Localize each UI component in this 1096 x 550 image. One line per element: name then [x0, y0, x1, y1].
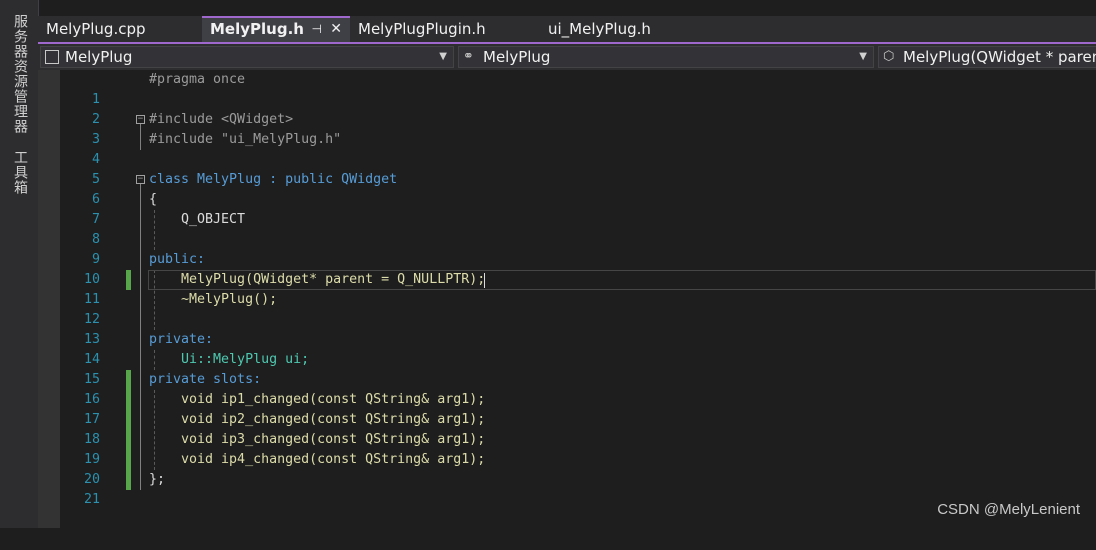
toolbox-tab[interactable]: 工具箱	[10, 150, 28, 195]
close-icon[interactable]: ✕	[330, 18, 342, 40]
code-line: 18 void ip2_changed(const QString& arg1)…	[38, 410, 1096, 447]
project-dropdown[interactable]: MelyPlug ▼	[40, 46, 454, 68]
code-line: 6 − class MelyPlug : public QWidget	[38, 170, 1096, 207]
tab-melyplugplugin-h[interactable]: MelyPlugPlugin.h	[350, 16, 540, 42]
scope-label: MelyPlug	[483, 48, 551, 66]
code-line: 10 public:	[38, 250, 1096, 287]
line-code: void ip4_changed(const QString& arg1);	[149, 452, 486, 467]
line-code: };	[149, 472, 166, 487]
line-code: void ip1_changed(const QString& arg1);	[149, 392, 486, 407]
tab-label: ui_MelyPlug.h	[548, 20, 651, 38]
code-line: 15 Ui::MelyPlug ui;	[38, 350, 1096, 387]
line-code: void ip3_changed(const QString& arg1);	[149, 432, 486, 447]
code-line: 2	[38, 90, 1096, 127]
code-line: 19 void ip3_changed(const QString& arg1)…	[38, 430, 1096, 467]
tab-label: MelyPlug.h	[210, 20, 304, 38]
line-code: void ip2_changed(const QString& arg1);	[149, 412, 486, 427]
chevron-down-icon: ▼	[439, 51, 447, 62]
class-icon: ⚭	[463, 49, 474, 64]
code-line: 11 MelyPlug(QWidget* parent = Q_NULLPTR)…	[38, 270, 1096, 307]
line-code: private slots:	[149, 372, 262, 387]
line-code: #include "ui_MelyPlug.h"	[149, 132, 342, 147]
member-label: MelyPlug(QWidget * parent	[903, 48, 1096, 66]
code-line: 4 #include "ui_MelyPlug.h"	[38, 130, 1096, 167]
line-code: private:	[149, 332, 214, 347]
line-code: MelyPlug(QWidget* parent = Q_NULLPTR);	[149, 272, 486, 287]
line-code: public:	[149, 252, 206, 267]
document-tab-strip: MelyPlug.cpp MelyPlug.h ⊣ ✕ MelyPlugPlug…	[38, 16, 1096, 42]
tab-label: MelyPlug.cpp	[46, 20, 146, 38]
code-line: 20 void ip4_changed(const QString& arg1)…	[38, 450, 1096, 487]
tab-label: MelyPlugPlugin.h	[358, 20, 486, 38]
method-icon: ⬡	[883, 49, 895, 64]
code-editor[interactable]: 1 #pragma once 2 3 − #include <QWidget> …	[38, 70, 1096, 528]
code-line: 14 private:	[38, 330, 1096, 367]
tab-ui-melyplug-h[interactable]: ui_MelyPlug.h	[540, 16, 704, 42]
code-line: 12 ~MelyPlug();	[38, 290, 1096, 327]
server-explorer-tab[interactable]: 服务器资源管理器	[10, 14, 28, 134]
chevron-down-icon: ▼	[859, 51, 867, 62]
project-icon	[45, 50, 59, 64]
line-code: ~MelyPlug();	[149, 292, 278, 307]
code-line: 16 private slots:	[38, 370, 1096, 407]
code-line: 7 {	[38, 190, 1096, 227]
code-line: 1 #pragma once	[38, 70, 1096, 107]
text-caret	[484, 273, 485, 288]
line-code: #include <QWidget>	[149, 112, 294, 127]
tab-melyplug-cpp[interactable]: MelyPlug.cpp	[38, 16, 202, 42]
line-code: Q_OBJECT	[149, 212, 246, 227]
collapse-icon[interactable]: −	[136, 115, 145, 124]
line-code: {	[149, 192, 158, 207]
code-line: 21 };	[38, 470, 1096, 507]
watermark: CSDN @MelyLenient	[937, 501, 1080, 518]
scope-dropdown[interactable]: ⚭ MelyPlug ▼	[458, 46, 874, 68]
code-line: 9	[38, 230, 1096, 267]
line-code: class MelyPlug : public QWidget	[149, 172, 398, 187]
code-line: 13	[38, 310, 1096, 347]
line-code: Ui::MelyPlug ui;	[149, 352, 310, 367]
navigation-bar: MelyPlug ▼ ⚭ MelyPlug ▼ ⬡ MelyPlug(QWidg…	[38, 44, 1096, 70]
code-line: 3 − #include <QWidget>	[38, 110, 1096, 147]
code-line: 17 void ip1_changed(const QString& arg1)…	[38, 390, 1096, 427]
code-line: 8 Q_OBJECT	[38, 210, 1096, 247]
collapse-icon[interactable]: −	[136, 175, 145, 184]
pin-icon[interactable]: ⊣	[312, 18, 322, 40]
line-number: 21	[83, 492, 100, 507]
member-dropdown[interactable]: ⬡ MelyPlug(QWidget * parent	[878, 46, 1096, 68]
line-code: #pragma once	[149, 72, 246, 87]
code-line: 5	[38, 150, 1096, 187]
tab-melyplug-h[interactable]: MelyPlug.h ⊣ ✕	[202, 16, 350, 42]
left-tool-strip: 服务器资源管理器 工具箱	[0, 0, 39, 528]
project-label: MelyPlug	[65, 48, 133, 66]
